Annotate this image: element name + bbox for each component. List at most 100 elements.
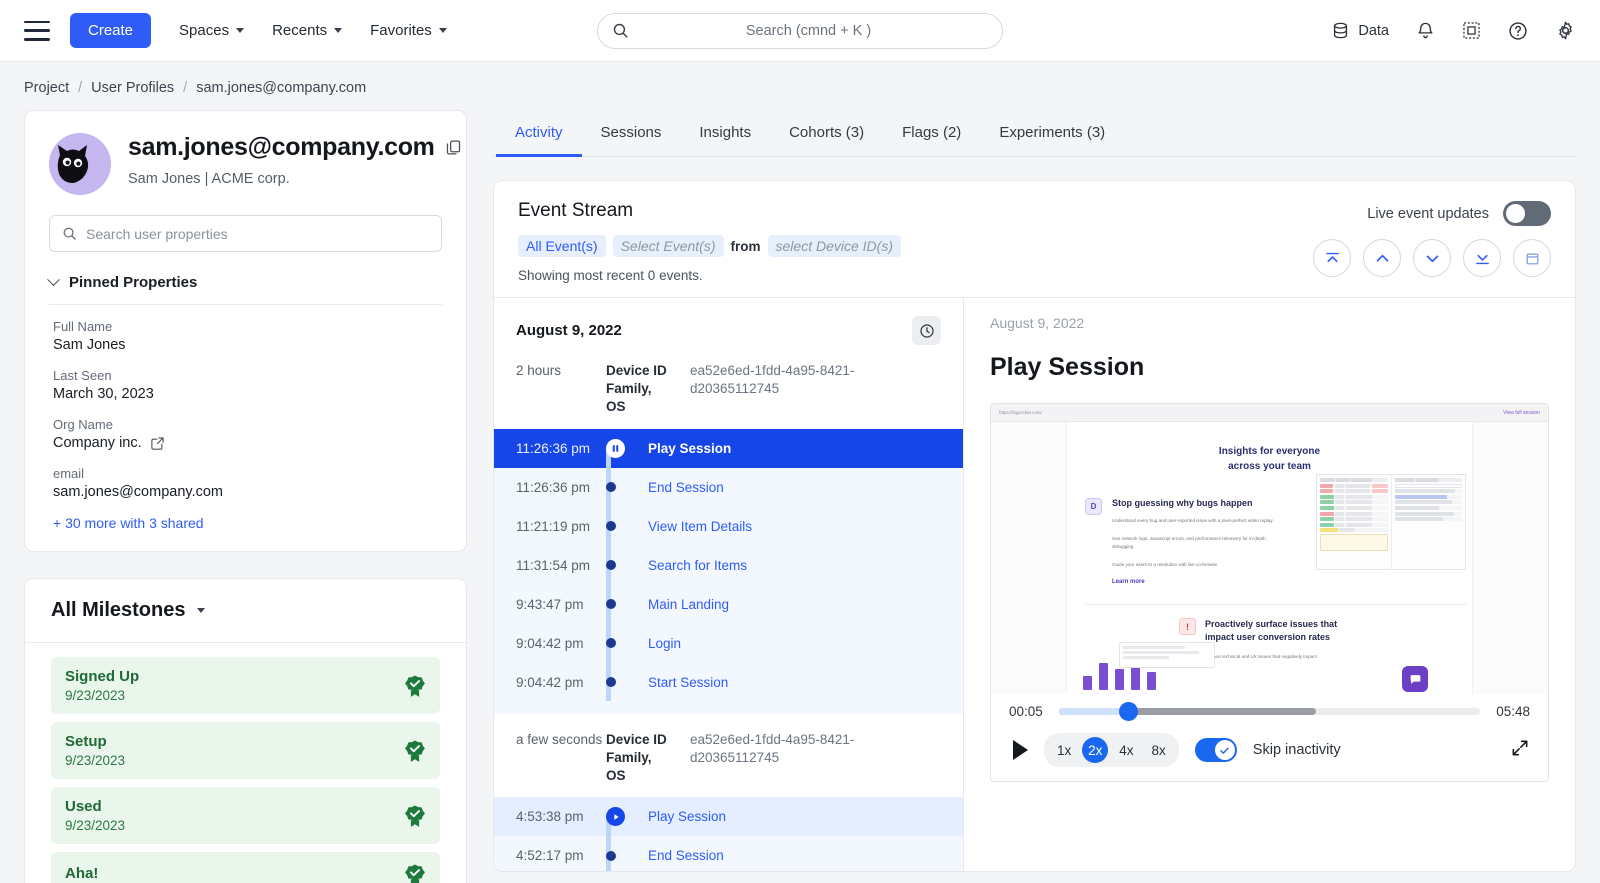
event-row-main-landing[interactable]: 9:43:47 pm Main Landing <box>494 585 963 624</box>
clock-button[interactable] <box>912 316 941 345</box>
more-properties-link[interactable]: + 30 more with 3 shared <box>49 515 442 531</box>
tab-flags[interactable]: Flags (2) <box>883 110 980 157</box>
create-button[interactable]: Create <box>70 13 152 48</box>
property-row: Last Seen March 30, 2023 <box>53 368 442 402</box>
speed-selector: 1x 2x 4x 8x <box>1044 733 1179 767</box>
search-input[interactable] <box>629 22 988 39</box>
dot-icon <box>606 677 616 688</box>
jump-to-top-button[interactable] <box>1313 239 1351 277</box>
milestone-item[interactable]: Setup 9/23/2023 <box>51 722 440 779</box>
milestone-item[interactable]: Aha! <box>51 852 440 883</box>
jump-to-bottom-button[interactable] <box>1463 239 1501 277</box>
speed-8x[interactable]: 8x <box>1145 739 1173 762</box>
event-date-label: August 9, 2022 <box>516 322 622 339</box>
milestone-name: Used <box>65 798 102 815</box>
progress-handle[interactable] <box>1119 702 1139 721</box>
event-name[interactable]: End Session <box>648 848 724 863</box>
calendar-button[interactable] <box>1513 239 1551 277</box>
user-properties-search[interactable] <box>49 215 442 252</box>
speed-4x[interactable]: 4x <box>1112 739 1140 762</box>
preview-divider <box>1085 604 1466 605</box>
speed-1x[interactable]: 1x <box>1050 739 1078 762</box>
skip-inactivity-toggle[interactable] <box>1194 738 1237 762</box>
event-row-view-item-details[interactable]: 11:21:19 pm View Item Details <box>494 507 963 546</box>
property-row: email sam.jones@company.com <box>53 466 442 500</box>
speed-2x[interactable]: 2x <box>1082 737 1109 763</box>
award-check-icon <box>405 739 425 762</box>
event-name[interactable]: Login <box>648 636 681 651</box>
view-full-session-link[interactable]: View full session <box>1503 410 1540 416</box>
event-row-play-session[interactable]: 11:26:36 pm Play Session <box>494 428 963 468</box>
external-link-icon[interactable] <box>150 436 165 451</box>
tab-sessions[interactable]: Sessions <box>582 110 681 157</box>
tab-cohorts[interactable]: Cohorts (3) <box>770 110 883 157</box>
pinned-properties-list: Full Name Sam Jones Last Seen March 30, … <box>49 305 442 500</box>
hamburger-icon[interactable] <box>24 20 50 41</box>
property-value: March 30, 2023 <box>53 386 154 402</box>
event-row-end-session[interactable]: 11:26:36 pm End Session <box>494 468 963 507</box>
event-list[interactable]: August 9, 2022 2 hours Device ID Family, O… <box>494 298 964 871</box>
cat-avatar-icon <box>57 145 89 183</box>
event-name[interactable]: View Item Details <box>648 519 752 534</box>
event-row-end-session-2[interactable]: 4:52:17 pm End Session <box>494 836 963 871</box>
event-group: 4:53:38 pm Play Session 4:52:17 pm End S… <box>494 797 963 871</box>
event-name[interactable]: Main Landing <box>648 597 729 612</box>
scroll-up-button[interactable] <box>1363 239 1401 277</box>
milestone-item[interactable]: Signed Up 9/23/2023 <box>51 657 440 714</box>
tab-activity[interactable]: Activity <box>496 110 582 157</box>
scroll-down-button[interactable] <box>1413 239 1451 277</box>
progress-track[interactable] <box>1058 702 1481 721</box>
pinned-properties-header[interactable]: Pinned Properties <box>47 273 442 305</box>
preview-learn-more-link[interactable]: Learn more <box>1112 579 1287 585</box>
milestones-header[interactable]: All Milestones <box>25 579 466 643</box>
user-properties-search-input[interactable] <box>86 225 429 242</box>
property-value: sam.jones@company.com <box>53 484 223 500</box>
live-updates-toggle[interactable] <box>1503 201 1551 226</box>
copy-icon[interactable] <box>445 139 462 156</box>
breadcrumb-item-user-profiles[interactable]: User Profiles <box>91 80 174 96</box>
data-button[interactable]: Data <box>1331 21 1389 40</box>
milestones-card: All Milestones Signed Up 9/23/2023 Setup… <box>24 578 467 883</box>
event-name[interactable]: Start Session <box>648 675 728 690</box>
event-row-start-session[interactable]: 9:04:42 pm Start Session <box>494 663 963 702</box>
event-row-play-session-2[interactable]: 4:53:38 pm Play Session <box>494 797 963 837</box>
milestone-item[interactable]: Used 9/23/2023 <box>51 787 440 844</box>
bell-icon[interactable] <box>1416 20 1435 41</box>
chat-bubble-icon[interactable] <box>1402 666 1428 692</box>
tab-insights[interactable]: Insights <box>680 110 770 157</box>
event-row-login[interactable]: 9:04:42 pm Login <box>494 624 963 663</box>
event-name[interactable]: End Session <box>648 480 724 495</box>
milestones-list: Signed Up 9/23/2023 Setup 9/23/2023 Used… <box>25 643 466 883</box>
event-stream-card: Event Stream All Event(s) Select Event(s… <box>493 180 1576 872</box>
event-marker <box>606 638 640 649</box>
nav-item-spaces[interactable]: Spaces <box>179 22 245 39</box>
chevron-down-icon <box>47 273 60 287</box>
play-button[interactable] <box>1013 740 1028 760</box>
dot-icon <box>606 560 616 571</box>
breadcrumb-item-current[interactable]: sam.jones@company.com <box>196 80 366 96</box>
nav-item-recents[interactable]: Recents <box>272 22 343 39</box>
event-group: 11:26:36 pm Play Session 11:26:36 pm End… <box>494 428 963 714</box>
filter-select-events[interactable]: Select Event(s) <box>612 235 724 257</box>
preview-table-left <box>1317 475 1391 569</box>
chevron-down-icon <box>438 28 447 33</box>
tab-experiments[interactable]: Experiments (3) <box>980 110 1124 157</box>
award-check-icon <box>405 864 425 883</box>
event-row-search-for-items[interactable]: 11:31:54 pm Search for Items <box>494 546 963 585</box>
dashed-square-icon[interactable] <box>1462 21 1481 40</box>
event-marker <box>606 850 640 861</box>
breadcrumb-separator: / <box>78 80 83 96</box>
nav-item-favorites[interactable]: Favorites <box>370 22 447 39</box>
event-marker <box>606 438 640 458</box>
filter-device-ids[interactable]: select Device ID(s) <box>767 235 901 257</box>
breadcrumb-item-project[interactable]: Project <box>24 80 69 96</box>
gear-icon[interactable] <box>1555 20 1576 41</box>
help-circle-icon[interactable] <box>1508 21 1528 41</box>
event-name[interactable]: Search for Items <box>648 558 747 573</box>
global-search[interactable] <box>597 12 1003 49</box>
filter-all-events[interactable]: All Event(s) <box>518 235 606 257</box>
event-name: Play Session <box>648 440 732 456</box>
expand-button[interactable] <box>1510 738 1530 763</box>
nav-label-favorites: Favorites <box>370 22 432 39</box>
event-time: 11:26:36 pm <box>516 440 591 456</box>
